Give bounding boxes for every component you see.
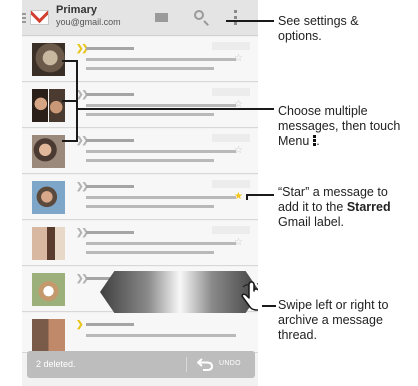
callout-multi-line1: Choose multiple — [278, 104, 368, 118]
callout-multi-select: Choose multiple messages, then touch Men… — [278, 104, 418, 149]
callout-multi-line3: Menu — [278, 134, 310, 148]
callout-swipe-line2: archive a message — [278, 313, 383, 327]
callout-star-line3: Gmail label. — [278, 215, 344, 229]
callout-settings: See settings & options. — [278, 14, 390, 44]
callout-multi-line2: messages, then touch — [278, 119, 401, 133]
callout-line-star — [246, 194, 274, 196]
callout-swipe-line3: thread. — [278, 328, 317, 342]
callout-line-star — [246, 194, 248, 200]
callout-line-swipe — [262, 305, 276, 307]
callout-swipe: Swipe left or right to archive a message… — [278, 298, 388, 343]
annotation-layer: See settings & options. Choose multiple … — [0, 0, 418, 386]
callout-swipe-line1: Swipe left or right to — [278, 298, 389, 312]
callout-line-multi — [76, 60, 78, 142]
callout-star-line1: “Star” a message to — [278, 185, 388, 199]
callout-line-settings — [226, 20, 274, 22]
callout-star-bold: Starred — [346, 200, 391, 214]
callout-star: “Star” a message to add it to the Starre… — [278, 185, 391, 230]
callout-multi-line3-row: Menu. — [278, 134, 320, 148]
callout-line-multi — [62, 100, 76, 102]
callout-star-line2: add it to the — [278, 200, 344, 214]
callout-star-line2-row: add it to the Starred — [278, 200, 391, 215]
callout-settings-text: See settings & options. — [278, 14, 359, 43]
callout-line-multi — [78, 108, 274, 110]
callout-line-multi — [62, 140, 78, 142]
